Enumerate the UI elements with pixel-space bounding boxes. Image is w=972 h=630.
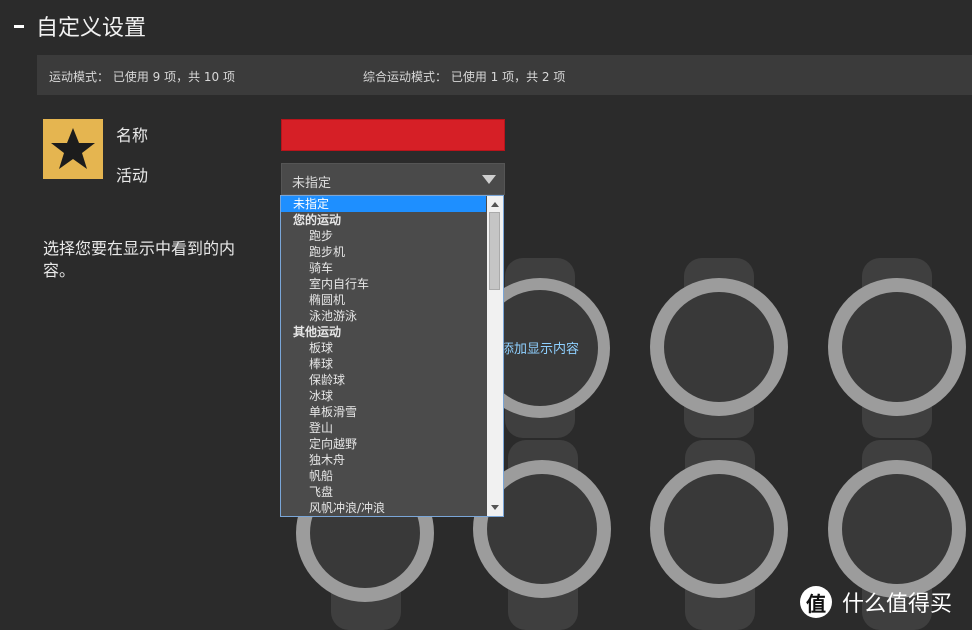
dropdown-scrollbar[interactable]	[487, 196, 503, 516]
dropdown-option[interactable]: 泳池游泳	[281, 308, 486, 324]
chevron-down-icon	[482, 175, 496, 184]
watermark: 值 什么值得买	[800, 586, 952, 618]
scroll-down-icon[interactable]	[491, 505, 499, 510]
dropdown-option[interactable]: 跑步	[281, 228, 486, 244]
dropdown-option[interactable]: 独木舟	[281, 452, 486, 468]
dropdown-option[interactable]: 飞盘	[281, 484, 486, 500]
dropdown-option[interactable]: 板球	[281, 340, 486, 356]
scrollbar-thumb[interactable]	[489, 212, 500, 290]
dropdown-option[interactable]: 骑车	[281, 260, 486, 276]
page-title-text: 自定义设置	[36, 16, 147, 41]
watch-screen-2[interactable]	[650, 258, 788, 438]
display-content-hint: 选择您要在显示中看到的内容。	[43, 239, 236, 280]
dropdown-option[interactable]: 椭圆机	[281, 292, 486, 308]
page-title: 自定义设置	[14, 10, 146, 42]
watermark-text: 什么值得买	[842, 592, 953, 617]
watch-screen-6[interactable]	[650, 440, 790, 630]
dropdown-option[interactable]: 室内自行车	[281, 276, 486, 292]
dropdown-option[interactable]: 棒球	[281, 356, 486, 372]
name-label: 名称	[116, 126, 149, 145]
scroll-up-icon[interactable]	[491, 202, 499, 207]
dropdown-option[interactable]: 定向越野	[281, 436, 486, 452]
name-field[interactable]	[281, 119, 505, 151]
sport-modes-usage: 运动模式： 已使用 9 项，共 10 项	[49, 70, 235, 84]
dropdown-group-your-sports: 您的运动	[293, 213, 342, 227]
dropdown-option[interactable]: 风帆冲浪/冲浪	[281, 500, 486, 516]
dropdown-group-other-sports: 其他运动	[293, 325, 342, 339]
watermark-logo-icon: 值	[800, 586, 832, 618]
multisport-modes-usage: 综合运动模式： 已使用 1 项，共 2 项	[363, 70, 566, 84]
usage-bar: 运动模式： 已使用 9 项，共 10 项 综合运动模式： 已使用 1 项，共 2…	[37, 55, 972, 95]
collapse-icon[interactable]	[14, 24, 24, 28]
dropdown-option[interactable]: 登山	[281, 420, 486, 436]
dropdown-option[interactable]: 单板滑雪	[281, 404, 486, 420]
watch-face	[664, 474, 774, 584]
activity-select-value: 未指定	[292, 176, 332, 191]
watch-face	[842, 292, 952, 402]
dropdown-option[interactable]: 冰球	[281, 388, 486, 404]
activity-select[interactable]: 未指定	[281, 163, 505, 195]
dropdown-option[interactable]: 保龄球	[281, 372, 486, 388]
dropdown-option[interactable]: 跑步机	[281, 244, 486, 260]
activity-icon-button[interactable]	[43, 119, 103, 179]
watch-screen-3[interactable]	[828, 258, 966, 438]
watch-face	[842, 474, 952, 584]
dropdown-option-selected[interactable]: 未指定	[281, 196, 486, 212]
star-icon	[51, 128, 95, 169]
activity-label: 活动	[116, 166, 149, 185]
dropdown-option[interactable]: 帆船	[281, 468, 486, 484]
activity-dropdown-list[interactable]: 未指定 您的运动 跑步 跑步机 骑车 室内自行车 椭圆机 泳池游泳 其他运动 板…	[280, 195, 504, 517]
watch-face	[664, 292, 774, 402]
